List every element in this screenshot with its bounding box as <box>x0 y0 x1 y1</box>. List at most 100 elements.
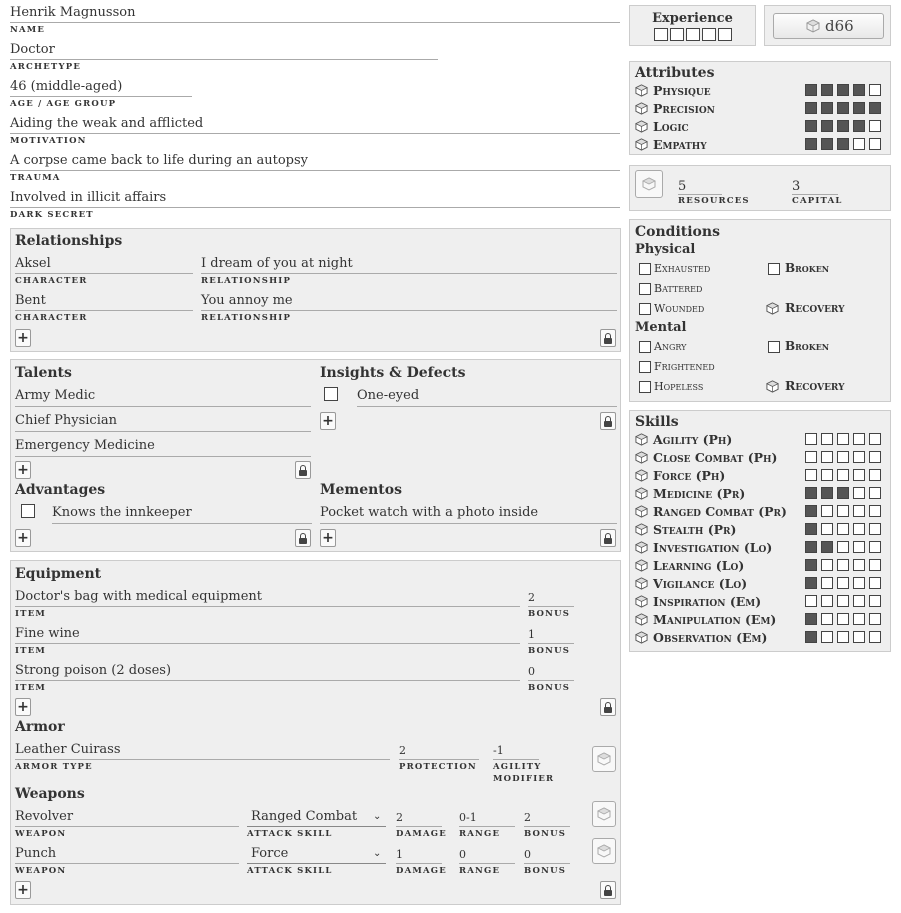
die-icon[interactable] <box>635 138 648 151</box>
add-insight-button[interactable]: + <box>320 412 336 430</box>
skill-level-box[interactable] <box>805 559 817 571</box>
add-weapon-button[interactable]: + <box>15 881 31 899</box>
roll-weapon-button[interactable] <box>592 801 616 827</box>
skill-level-box[interactable] <box>837 613 849 625</box>
die-icon[interactable] <box>635 469 648 482</box>
die-icon[interactable] <box>635 487 648 500</box>
attribute-level-box[interactable] <box>869 84 881 96</box>
skill-level-box[interactable] <box>821 613 833 625</box>
add-advantage-button[interactable]: + <box>15 529 31 547</box>
skill-level-box[interactable] <box>805 631 817 643</box>
weapon-name[interactable]: Revolver <box>15 809 73 824</box>
broken-checkbox[interactable] <box>768 263 780 275</box>
roll-weapon-button[interactable] <box>592 838 616 864</box>
skill-level-box[interactable] <box>837 559 849 571</box>
attribute-level-box[interactable] <box>837 102 849 114</box>
equipment-bonus[interactable]: 2 <box>528 591 535 604</box>
skill-level-box[interactable] <box>869 433 881 445</box>
protection-field[interactable]: 2 <box>399 744 406 757</box>
attribute-level-box[interactable] <box>869 138 881 150</box>
die-icon[interactable] <box>635 631 648 644</box>
skill-level-box[interactable] <box>869 523 881 535</box>
equipment-item[interactable]: Strong poison (2 doses) <box>15 663 171 678</box>
roll-armor-button[interactable] <box>592 746 616 772</box>
lock-equipment-button[interactable] <box>600 698 616 716</box>
add-talent-button[interactable]: + <box>15 461 31 479</box>
skill-level-box[interactable] <box>853 505 865 517</box>
weapon-bonus[interactable]: 2 <box>524 811 531 824</box>
attribute-level-box[interactable] <box>853 120 865 132</box>
armor-type-field[interactable]: Leather Cuirass <box>15 742 121 757</box>
attribute-level-box[interactable] <box>821 102 833 114</box>
skill-level-box[interactable] <box>869 469 881 481</box>
skill-level-box[interactable] <box>837 505 849 517</box>
skill-level-box[interactable] <box>805 451 817 463</box>
attribute-level-box[interactable] <box>805 84 817 96</box>
die-icon[interactable] <box>766 380 779 393</box>
add-equipment-button[interactable]: + <box>15 698 31 716</box>
name-field[interactable]: Henrik Magnusson <box>10 5 135 20</box>
skill-level-box[interactable] <box>837 577 849 589</box>
weapon-damage[interactable]: 1 <box>396 848 403 861</box>
skill-level-box[interactable] <box>869 487 881 499</box>
skill-level-box[interactable] <box>869 541 881 553</box>
advantage-checkbox[interactable] <box>21 504 35 518</box>
condition-checkbox[interactable] <box>639 381 651 393</box>
lock-insights-button[interactable] <box>600 412 616 430</box>
skill-level-box[interactable] <box>869 451 881 463</box>
skill-level-box[interactable] <box>805 523 817 535</box>
equipment-item[interactable]: Doctor's bag with medical equipment <box>15 589 262 604</box>
equipment-bonus[interactable]: 1 <box>528 628 535 641</box>
skill-level-box[interactable] <box>853 433 865 445</box>
age-field[interactable]: 46 (middle-aged) <box>10 79 122 94</box>
skill-level-box[interactable] <box>821 541 833 553</box>
memento-text[interactable]: Pocket watch with a photo inside <box>320 505 538 520</box>
skill-level-box[interactable] <box>853 523 865 535</box>
attribute-level-box[interactable] <box>853 84 865 96</box>
weapon-range[interactable]: 0-1 <box>459 811 477 824</box>
skill-level-box[interactable] <box>805 505 817 517</box>
attribute-level-box[interactable] <box>869 102 881 114</box>
capital-value[interactable]: 3 <box>792 179 800 194</box>
relationship-text[interactable]: You annoy me <box>201 293 293 308</box>
recovery-label[interactable]: Recovery <box>785 378 845 393</box>
skill-level-box[interactable] <box>821 487 833 499</box>
attack-skill-select[interactable]: Ranged Combat ⌄ <box>247 809 386 826</box>
equipment-item[interactable]: Fine wine <box>15 626 80 641</box>
skill-level-box[interactable] <box>805 595 817 607</box>
condition-checkbox[interactable] <box>639 303 651 315</box>
attribute-level-box[interactable] <box>837 120 849 132</box>
advantage-text[interactable]: Knows the innkeeper <box>52 505 192 520</box>
skill-level-box[interactable] <box>805 541 817 553</box>
broken-checkbox[interactable] <box>768 341 780 353</box>
skill-level-box[interactable] <box>837 523 849 535</box>
experience-box[interactable] <box>654 28 668 41</box>
weapon-range[interactable]: 0 <box>459 848 466 861</box>
skill-level-box[interactable] <box>821 469 833 481</box>
attribute-level-box[interactable] <box>853 138 865 150</box>
skill-level-box[interactable] <box>837 433 849 445</box>
trauma-field[interactable]: A corpse came back to life during an aut… <box>10 153 308 168</box>
add-memento-button[interactable]: + <box>320 529 336 547</box>
skill-level-box[interactable] <box>821 559 833 571</box>
skill-level-box[interactable] <box>853 613 865 625</box>
skill-level-box[interactable] <box>869 595 881 607</box>
skill-level-box[interactable] <box>821 451 833 463</box>
insight-text[interactable]: One-eyed <box>357 388 419 403</box>
skill-level-box[interactable] <box>805 433 817 445</box>
relationship-character[interactable]: Bent <box>15 293 46 308</box>
skill-level-box[interactable] <box>805 577 817 589</box>
skill-level-box[interactable] <box>853 631 865 643</box>
die-icon[interactable] <box>635 559 648 572</box>
experience-box[interactable] <box>686 28 700 41</box>
skill-level-box[interactable] <box>853 559 865 571</box>
recovery-label[interactable]: Recovery <box>785 300 845 315</box>
die-icon[interactable] <box>766 302 779 315</box>
experience-box[interactable] <box>702 28 716 41</box>
attribute-level-box[interactable] <box>805 102 817 114</box>
skill-level-box[interactable] <box>821 505 833 517</box>
talent-text[interactable]: Army Medic <box>15 388 95 403</box>
weapon-name[interactable]: Punch <box>15 846 56 861</box>
condition-checkbox[interactable] <box>639 263 651 275</box>
skill-level-box[interactable] <box>837 451 849 463</box>
